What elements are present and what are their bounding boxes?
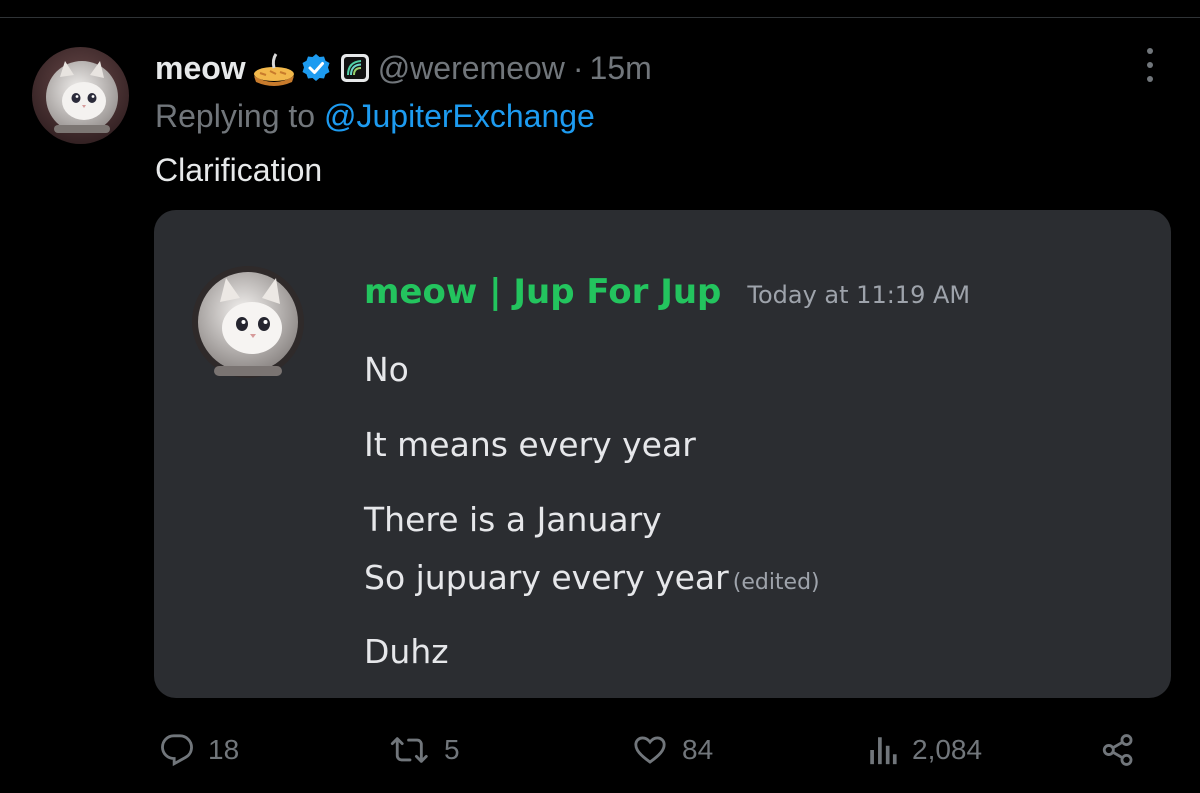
tweet-header: meow @weremeow · 15m	[155, 46, 652, 90]
top-divider	[0, 17, 1200, 18]
repost-button[interactable]: 5	[390, 720, 460, 780]
author-name[interactable]: meow	[155, 50, 246, 87]
discord-screenshot-card[interactable]: meow | Jup For Jup Today at 11:19 AM No …	[154, 210, 1171, 698]
embed-avatar	[192, 258, 304, 388]
like-count: 84	[682, 734, 714, 765]
embed-author-name: meow | Jup For Jup	[364, 272, 722, 312]
affiliate-badge-icon[interactable]	[340, 53, 370, 83]
author-handle[interactable]: @weremeow	[378, 50, 565, 87]
tweet-actions: 18 5 84 2,084	[0, 720, 1200, 780]
embed-message-text: So jupuary every year	[364, 558, 729, 597]
reply-icon	[161, 734, 193, 767]
reply-button[interactable]: 18	[160, 720, 239, 780]
embed-message-line: Duhz	[364, 632, 449, 671]
replying-to-link[interactable]: @JupiterExchange	[324, 98, 595, 134]
views-button[interactable]: 2,084	[868, 720, 982, 780]
replying-to-line: Replying to @JupiterExchange	[155, 98, 595, 135]
embed-header: meow | Jup For Jup Today at 11:19 AM	[364, 272, 970, 312]
cat-astronaut-helmet-icon	[192, 266, 304, 378]
edited-label: (edited)	[732, 570, 820, 595]
pie-emoji-icon	[252, 48, 296, 88]
more-icon[interactable]	[1138, 48, 1162, 82]
like-icon	[634, 736, 666, 764]
like-button[interactable]: 84	[632, 720, 713, 780]
more-dot	[1147, 62, 1153, 68]
tweet-text: Clarification	[155, 152, 323, 188]
embed-message-line: No	[364, 350, 409, 389]
reply-count: 18	[208, 734, 240, 765]
cat-astronaut-avatar-icon	[32, 47, 129, 144]
views-count: 2,084	[912, 734, 983, 765]
more-dot	[1147, 48, 1153, 54]
more-dot	[1147, 76, 1153, 82]
embed-message-line-edited: So jupuary every year (edited)	[364, 558, 820, 597]
separator-dot: ·	[572, 49, 584, 86]
views-icon	[870, 737, 897, 765]
verified-badge-icon[interactable]	[300, 52, 332, 84]
tweet-time[interactable]: 15m	[590, 50, 652, 87]
embed-message-line: There is a January	[364, 500, 662, 539]
repost-icon	[390, 737, 428, 763]
embed-timestamp: Today at 11:19 AM	[747, 281, 971, 309]
repost-count: 5	[444, 734, 460, 765]
author-avatar[interactable]	[32, 47, 129, 144]
embed-message-line: It means every year	[364, 425, 696, 464]
share-button[interactable]	[1100, 720, 1136, 780]
replying-prefix: Replying to	[155, 98, 316, 134]
share-icon	[1102, 734, 1133, 766]
